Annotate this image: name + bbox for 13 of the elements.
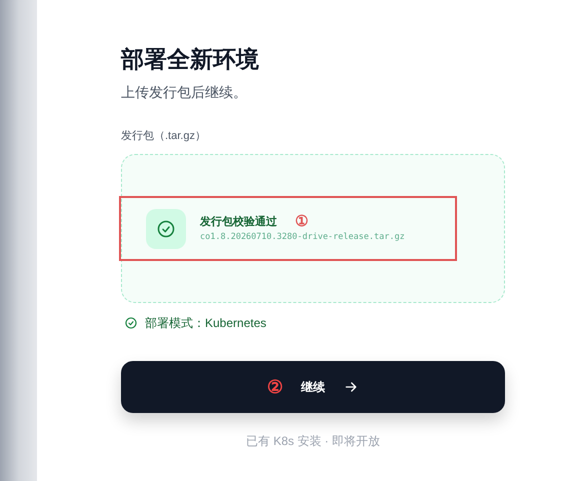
footer-note: 已有 K8s 安装 · 即将开放 bbox=[246, 433, 380, 449]
annotation-marker: ① bbox=[295, 214, 308, 230]
annotation-marker: ② bbox=[267, 377, 283, 397]
file-name: co1.8.20260710.3280-drive-release.tar.gz bbox=[200, 230, 405, 244]
page-subtitle: 上传发行包后继续。 bbox=[121, 83, 248, 102]
field-label: 发行包（.tar.gz） bbox=[121, 129, 207, 144]
check-circle-icon bbox=[125, 317, 137, 329]
status-text: 发行包校验通过 bbox=[200, 214, 277, 230]
page-title: 部署全新环境 bbox=[121, 45, 260, 74]
upload-dropzone[interactable]: 发行包校验通过 ① co1.8.20260710.3280-drive-release.tar.gz bbox=[121, 154, 505, 303]
continue-button[interactable]: ② 继续 bbox=[121, 361, 505, 413]
deploy-mode: 部署模式：Kubernetes bbox=[145, 315, 266, 331]
check-circle-icon bbox=[157, 220, 175, 238]
